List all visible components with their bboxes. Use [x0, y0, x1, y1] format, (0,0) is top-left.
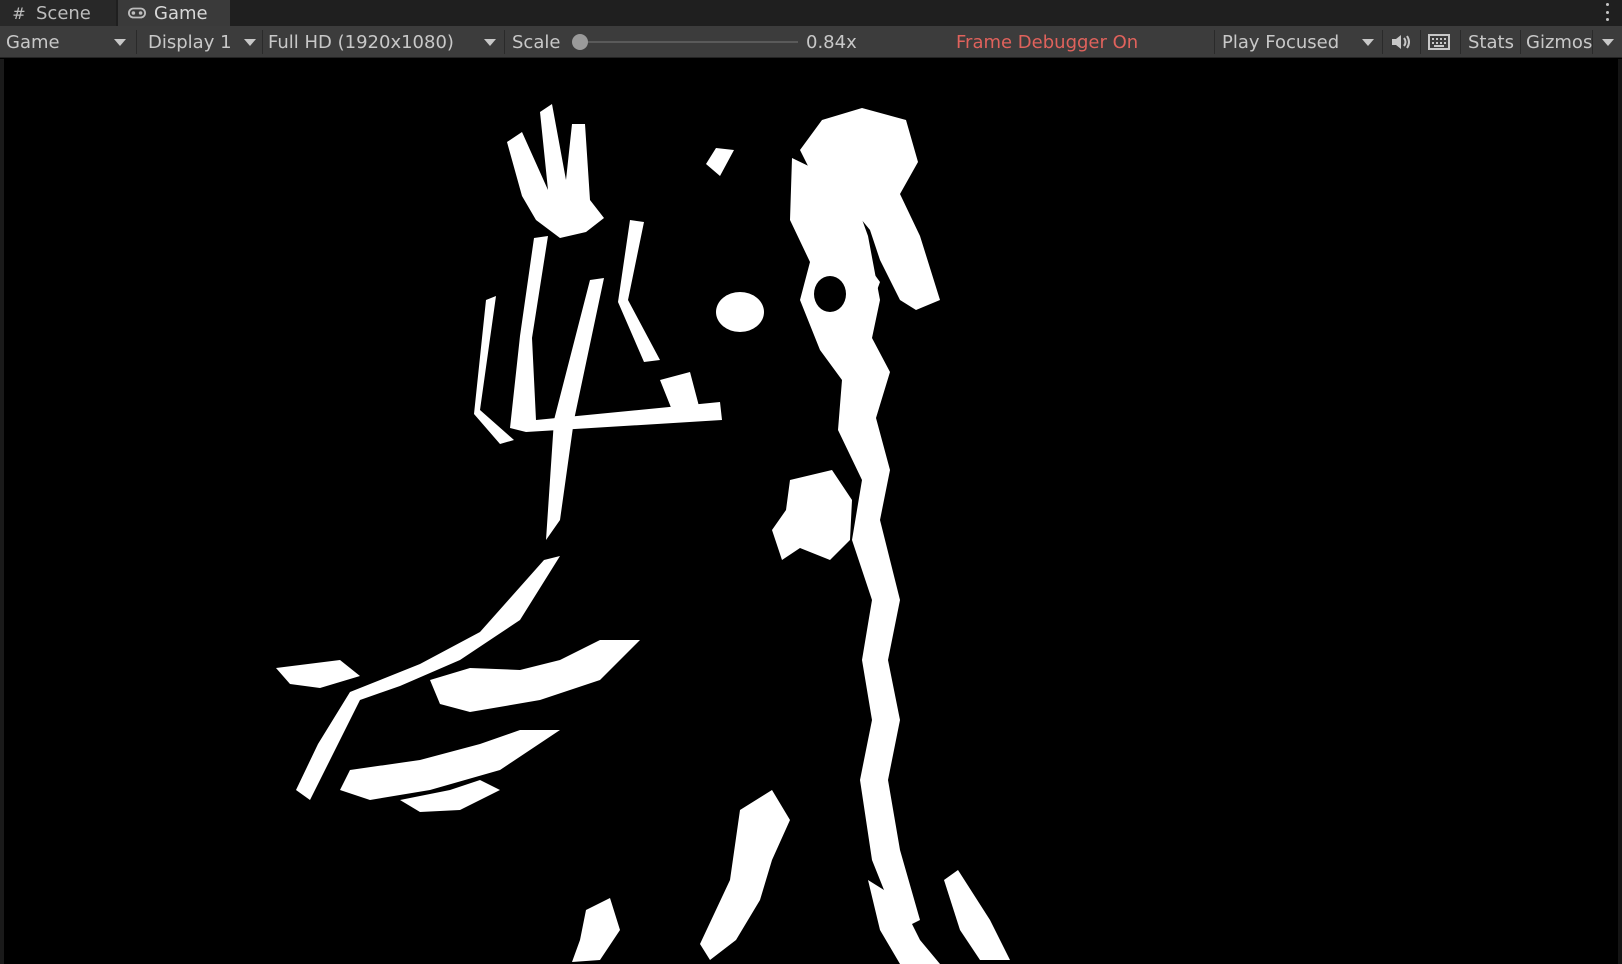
game-viewport[interactable]: [0, 59, 1622, 964]
frame-debugger-text: Frame Debugger On: [956, 31, 1139, 53]
shortcuts-button[interactable]: [1428, 26, 1450, 58]
tab-bar: # Scene Game: [0, 0, 1622, 26]
gamepad-icon: [128, 4, 146, 22]
gizmos-dropdown-icon[interactable]: [1602, 39, 1614, 46]
tab-scene[interactable]: # Scene: [0, 0, 116, 26]
toolbar-divider: [136, 30, 137, 54]
tab-game[interactable]: Game: [118, 0, 230, 26]
view-mode-value: Game: [6, 31, 60, 53]
resolution-dropdown[interactable]: Full HD (1920x1080): [268, 26, 454, 58]
play-mode-value: Play Focused: [1222, 31, 1340, 53]
chevron-down-icon: [244, 39, 256, 46]
chevron-down-icon: [114, 39, 126, 46]
scale-slider-track[interactable]: [584, 41, 798, 43]
display-dropdown[interactable]: Display 1: [148, 26, 232, 58]
stats-label: Stats: [1468, 31, 1514, 53]
keyboard-icon: [1428, 34, 1450, 50]
scale-value: 0.84x: [806, 26, 857, 58]
scale-label: Scale: [512, 26, 560, 58]
hash-grid-icon: #: [12, 3, 26, 23]
toolbar-divider: [1592, 30, 1593, 54]
play-mode-dropdown[interactable]: Play Focused: [1222, 26, 1339, 58]
resolution-value: Full HD (1920x1080): [268, 31, 454, 53]
mute-audio-button[interactable]: [1390, 26, 1412, 58]
chevron-down-icon: [484, 39, 496, 46]
tab-game-label: Game: [154, 2, 208, 24]
toolbar-divider: [1382, 30, 1383, 54]
chevron-down-icon: [1362, 39, 1374, 46]
toolbar-divider: [1420, 30, 1421, 54]
toolbar-divider: [504, 30, 505, 54]
scale-label-text: Scale: [512, 31, 561, 53]
scale-slider-handle[interactable]: [572, 34, 588, 50]
tab-scene-label: Scene: [36, 2, 91, 24]
rendered-character-silhouette: [276, 104, 1010, 964]
scale-value-text: 0.84x: [806, 31, 857, 53]
toolbar-divider: [1214, 30, 1215, 54]
frame-debugger-status: Frame Debugger On: [956, 26, 1138, 58]
toolbar-divider: [1520, 30, 1521, 54]
toolbar-divider: [262, 30, 263, 54]
stats-button[interactable]: Stats: [1468, 26, 1514, 58]
view-mode-dropdown[interactable]: Game: [6, 26, 60, 58]
display-value: Display 1: [148, 31, 232, 53]
speaker-icon: [1392, 35, 1410, 49]
more-options-icon[interactable]: [1606, 3, 1612, 21]
gizmos-button[interactable]: Gizmos: [1526, 26, 1592, 58]
toolbar-divider: [1460, 30, 1461, 54]
gizmos-label: Gizmos: [1526, 31, 1593, 53]
